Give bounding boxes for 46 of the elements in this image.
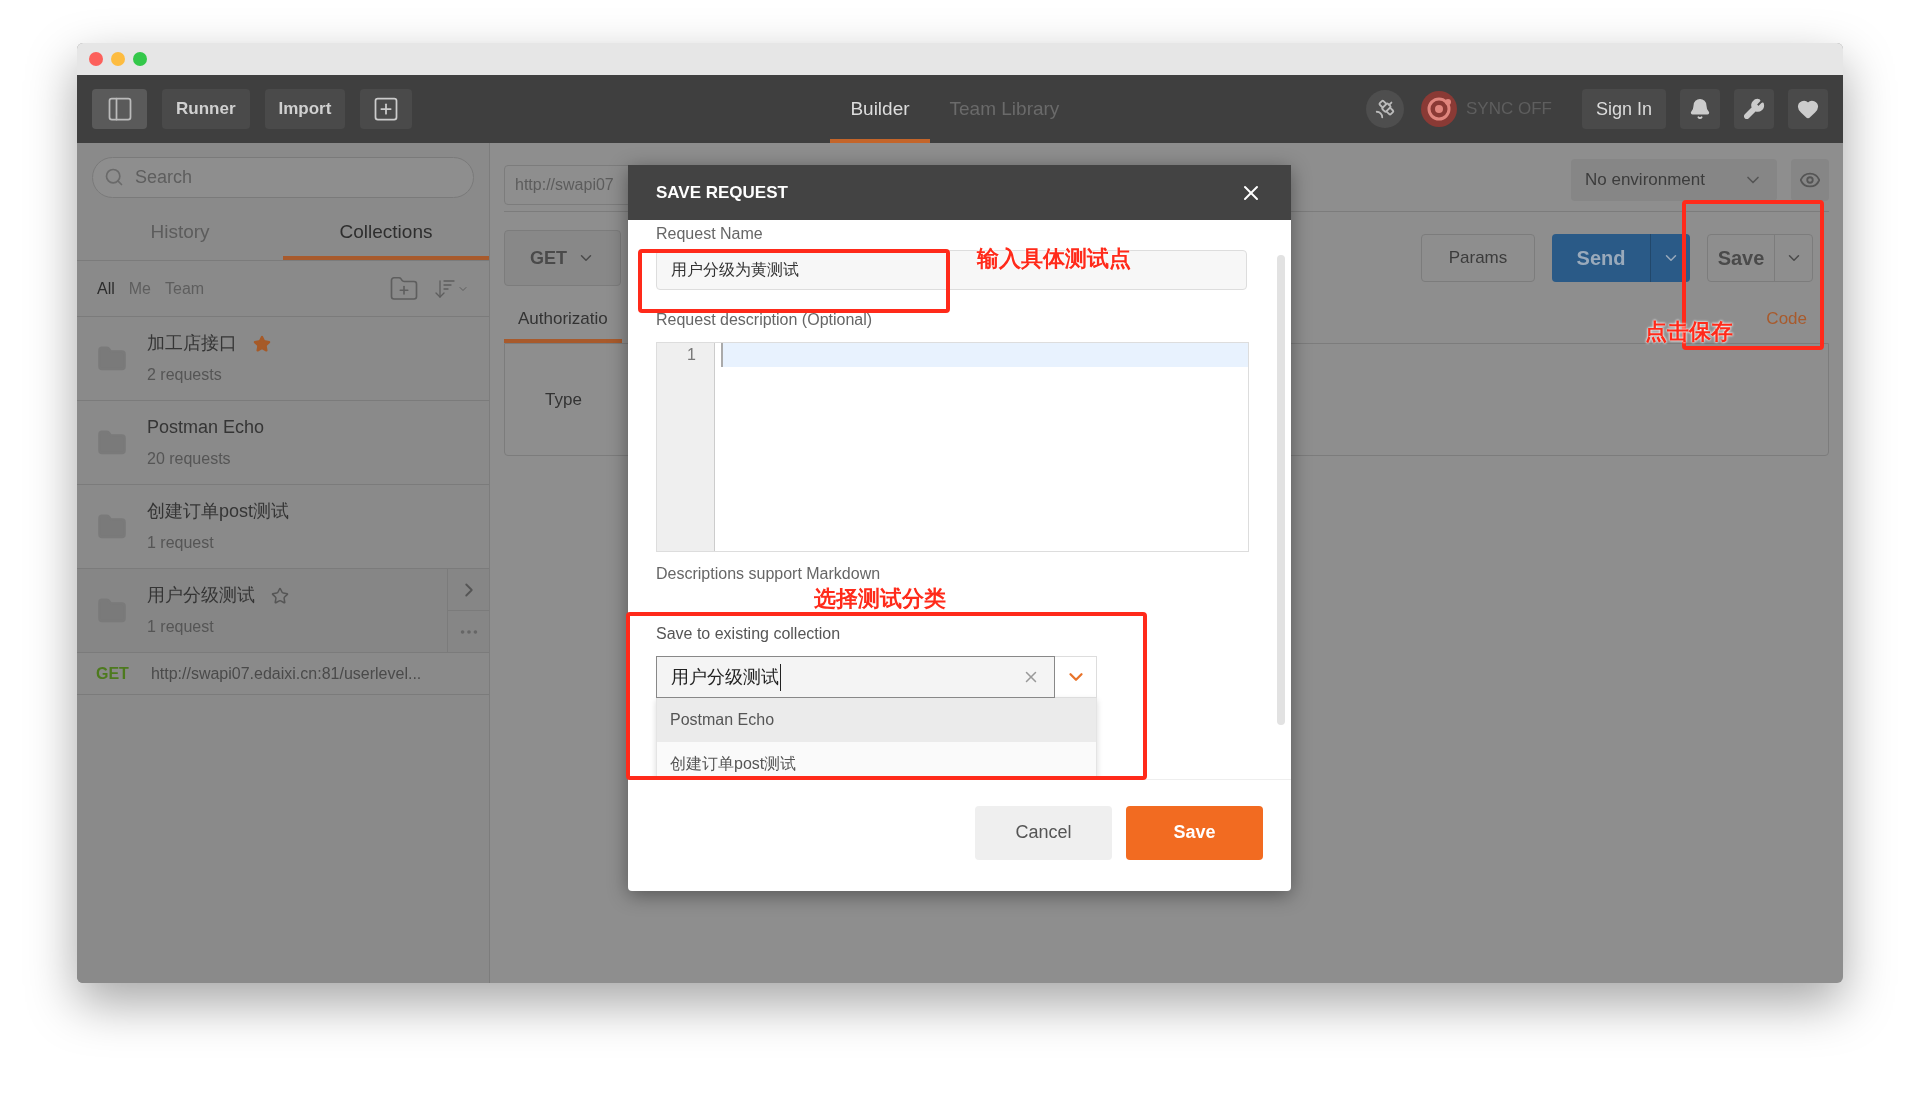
markdown-note: Descriptions support Markdown: [656, 564, 882, 584]
history-url[interactable]: http://swapi07.edaixi.cn:81/userlevel...: [150, 661, 422, 686]
environment-select[interactable]: No environment: [1571, 159, 1777, 201]
cancel-button[interactable]: Cancel: [975, 805, 1112, 860]
close-window-button[interactable]: [89, 52, 103, 66]
collection-field[interactable]: 用户分级测试: [656, 656, 1055, 698]
sidebar-toggle-icon[interactable]: [92, 89, 147, 129]
filter-tab[interactable]: All: [97, 276, 115, 301]
request-tab[interactable]: Authorizatio: [504, 299, 622, 343]
collection-name: 用户分级测试: [147, 584, 255, 607]
save-button[interactable]: Save: [1707, 234, 1813, 282]
scrollbar[interactable]: [1277, 255, 1285, 725]
star-icon[interactable]: [271, 586, 289, 605]
send-button[interactable]: Send: [1552, 234, 1690, 282]
annotation-text: 输入具体测试点: [977, 248, 1131, 270]
type-label: Type: [545, 388, 582, 411]
name-label: Request Name: [656, 224, 764, 244]
eye-icon[interactable]: [1791, 159, 1829, 201]
line-number: 1: [686, 345, 696, 365]
annotation-text: 选择测试分类: [814, 588, 946, 610]
sync-icon[interactable]: [1420, 90, 1458, 128]
collection-name: 加工店接口: [147, 332, 237, 355]
dialog-title: SAVE REQUEST: [656, 181, 788, 204]
method-select[interactable]: GET: [504, 230, 621, 286]
runner-button[interactable]: Runner: [162, 89, 250, 129]
sidebar-tab[interactable]: Collections: [283, 208, 489, 260]
method-label: GET: [96, 663, 129, 684]
maximize-window-button[interactable]: [133, 52, 147, 66]
search-icon: [104, 167, 124, 187]
description-label: Request description (Optional): [656, 310, 874, 330]
toolbar-tab[interactable]: Builder: [830, 75, 930, 143]
description-editor[interactable]: 1: [656, 342, 1249, 552]
sign-in-button[interactable]: Sign In: [1581, 89, 1666, 129]
collection-label: Save to existing collection: [656, 624, 842, 644]
params-button[interactable]: Params: [1421, 234, 1535, 282]
import-button[interactable]: Import: [264, 89, 346, 129]
collection-option[interactable]: Postman Echo: [657, 698, 1096, 742]
minimize-window-button[interactable]: [111, 52, 125, 66]
wrench-icon[interactable]: [1734, 89, 1774, 129]
bell-icon[interactable]: [1680, 89, 1720, 129]
collection-name: 创建订单post测试: [147, 500, 290, 523]
collection-name: Postman Echo: [147, 416, 265, 439]
satellite-icon[interactable]: [1366, 90, 1404, 128]
star-icon[interactable]: [253, 334, 271, 353]
dialog-save-button[interactable]: Save: [1126, 805, 1263, 860]
new-tab-icon[interactable]: [360, 89, 413, 129]
